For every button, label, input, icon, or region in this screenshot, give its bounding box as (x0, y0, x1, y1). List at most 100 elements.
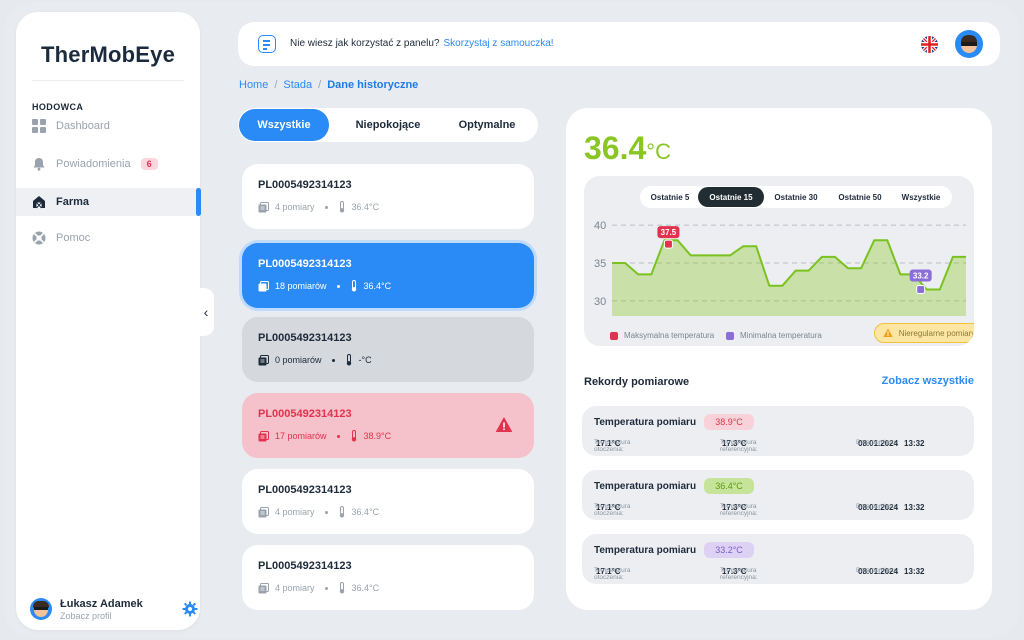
measurements-icon (258, 201, 275, 213)
record-value: 33.2°C (704, 542, 754, 558)
min-marker (916, 285, 926, 294)
document-icon (258, 35, 276, 53)
alert-icon (496, 417, 512, 432)
sidebar-item-label: Pomoc (56, 232, 91, 244)
barn-icon (32, 195, 46, 209)
records-title: Rekordy pomiarowe (584, 376, 690, 388)
breadcrumb-herds[interactable]: Stada (283, 79, 312, 91)
thermometer-icon (345, 354, 359, 366)
herd-id: PL0005492314123 (258, 258, 352, 270)
top-bar: Nie wiesz jak korzystać z panelu? Skorzys… (238, 22, 1000, 66)
temperature-chart: Ostatnie 5 Ostatnie 15 Ostatnie 30 Ostat… (584, 176, 974, 346)
sidebar-item-help[interactable]: Pomoc (16, 224, 200, 252)
measurements-icon (258, 506, 275, 518)
tutorial-hint: Nie wiesz jak korzystać z panelu? Skorzys… (290, 38, 554, 49)
record-label: Temperatura pomiaru (594, 417, 697, 428)
chevron-left-icon: ‹ (203, 304, 209, 320)
breadcrumb: Home / Stada / Dane historyczne (239, 79, 419, 91)
measurement-count: 4 pomiary (275, 507, 315, 517)
herd-meta: 4 pomiary 36.4°C (258, 506, 379, 518)
herd-card[interactable]: PL0005492314123 18 pomiarów 36.4°C (242, 243, 534, 308)
herd-card[interactable]: PL0005492314123 4 pomiary 36.4°C (242, 545, 534, 610)
filter-tabs: Wszystkie Niepokojące Optymalne (238, 108, 538, 142)
measurement-record[interactable]: Temperatura pomiaru 38.9°C Temperatura o… (582, 406, 974, 456)
tutorial-link[interactable]: Skorzystaj z samouczka! (444, 38, 554, 49)
app-logo: TherMobEye (40, 42, 176, 67)
sidebar-item-farm[interactable]: Farma (16, 188, 201, 216)
see-all-link[interactable]: Zobacz wszystkie (882, 375, 974, 387)
measurement-count: 17 pomiarów (275, 431, 327, 441)
min-value-label: 33.2 (913, 272, 929, 281)
herd-id: PL0005492314123 (258, 484, 352, 496)
thermometer-icon (350, 430, 364, 442)
tab-optimal[interactable]: Optymalne (442, 109, 532, 141)
measurements-icon (258, 430, 275, 442)
divider (32, 80, 184, 81)
measurements-icon (258, 354, 275, 366)
thermometer-icon (338, 506, 352, 518)
lifebuoy-icon (32, 231, 46, 245)
collapse-sidebar-button[interactable]: ‹ (198, 288, 214, 336)
legend-min: Minimalna temperatura (726, 331, 822, 340)
herd-id: PL0005492314123 (258, 408, 352, 420)
warning-icon (883, 328, 893, 337)
measurements-icon (258, 582, 275, 594)
max-value-label: 37.5 (661, 228, 677, 237)
measurement-count: 18 pomiarów (275, 281, 327, 291)
current-temperature: 36.4°C (584, 130, 671, 166)
herd-temperature: 36.4°C (351, 583, 380, 593)
herd-meta: 17 pomiarów 38.9°C (258, 430, 391, 442)
thermometer-icon (350, 280, 364, 292)
herd-temperature: 38.9°C (363, 431, 392, 441)
measurements-icon (258, 280, 275, 292)
herd-card[interactable]: PL0005492314123 4 pomiary 36.4°C (242, 164, 534, 229)
herd-id: PL0005492314123 (258, 179, 352, 191)
herd-card[interactable]: PL0005492314123 0 pomiarów -°C (242, 317, 534, 382)
chart-plot: 30 35 40 37.5 33.2 (594, 220, 966, 316)
breadcrumb-current: Dane historyczne (327, 79, 419, 91)
sidebar-item-label: Powiadomienia (56, 158, 131, 170)
herd-card[interactable]: PL0005492314123 17 pomiarów 38.9°C (242, 393, 534, 458)
sidebar-section-title: HODOWCA (32, 102, 84, 112)
herd-temperature: 36.4°C (351, 507, 380, 517)
measurement-record[interactable]: Temperatura pomiaru 36.4°C Temperatura o… (582, 470, 974, 520)
user-avatar[interactable] (955, 30, 983, 58)
y-tick-label: 35 (594, 258, 606, 270)
herd-meta: 4 pomiary 36.4°C (258, 201, 379, 213)
sidebar-item-dashboard[interactable]: Dashboard (16, 112, 200, 140)
breadcrumb-home[interactable]: Home (239, 79, 268, 91)
user-name: Łukasz Adamek (60, 597, 143, 610)
measurement-record[interactable]: Temperatura pomiaru 33.2°C Temperatura o… (582, 534, 974, 584)
measurement-count: 4 pomiary (275, 583, 315, 593)
tab-all[interactable]: Wszystkie (239, 109, 329, 141)
notification-badge: 6 (140, 158, 158, 170)
thermometer-icon (338, 201, 352, 213)
record-value: 38.9°C (704, 414, 754, 430)
uk-flag-icon[interactable] (921, 36, 938, 53)
sidebar: TherMobEye HODOWCA Dashboard Powiadomien… (16, 12, 201, 630)
record-value: 36.4°C (704, 478, 754, 494)
herd-meta: 18 pomiarów 36.4°C (258, 280, 391, 292)
tab-alarming[interactable]: Niepokojące (342, 109, 434, 141)
herd-card[interactable]: PL0005492314123 4 pomiary 36.4°C (242, 469, 534, 534)
thermometer-icon (338, 582, 352, 594)
sidebar-item-notifications[interactable]: Powiadomienia 6 (16, 150, 200, 178)
measurement-count: 0 pomiarów (275, 355, 322, 365)
record-label: Temperatura pomiaru (594, 545, 697, 556)
gear-icon[interactable] (182, 601, 198, 617)
irregular-measurements-badge[interactable]: Nieregularne pomiary (874, 323, 974, 343)
user-profile[interactable]: Łukasz Adamek Zobacz profil (30, 594, 198, 624)
measurement-count: 4 pomiary (275, 202, 315, 212)
record-label: Temperatura pomiaru (594, 481, 697, 492)
avatar (30, 598, 52, 620)
view-profile-link[interactable]: Zobacz profil (60, 611, 143, 621)
herd-meta: 4 pomiary 36.4°C (258, 582, 379, 594)
sidebar-item-label: Dashboard (56, 120, 110, 132)
bell-icon (32, 157, 46, 171)
herd-id: PL0005492314123 (258, 560, 352, 572)
detail-panel: 36.4°C Ostatnie 5 Ostatnie 15 Ostatnie 3… (566, 108, 992, 610)
y-tick-label: 30 (594, 296, 606, 308)
y-tick-label: 40 (594, 220, 606, 232)
herd-id: PL0005492314123 (258, 332, 352, 344)
herd-temperature: 36.4°C (351, 202, 380, 212)
